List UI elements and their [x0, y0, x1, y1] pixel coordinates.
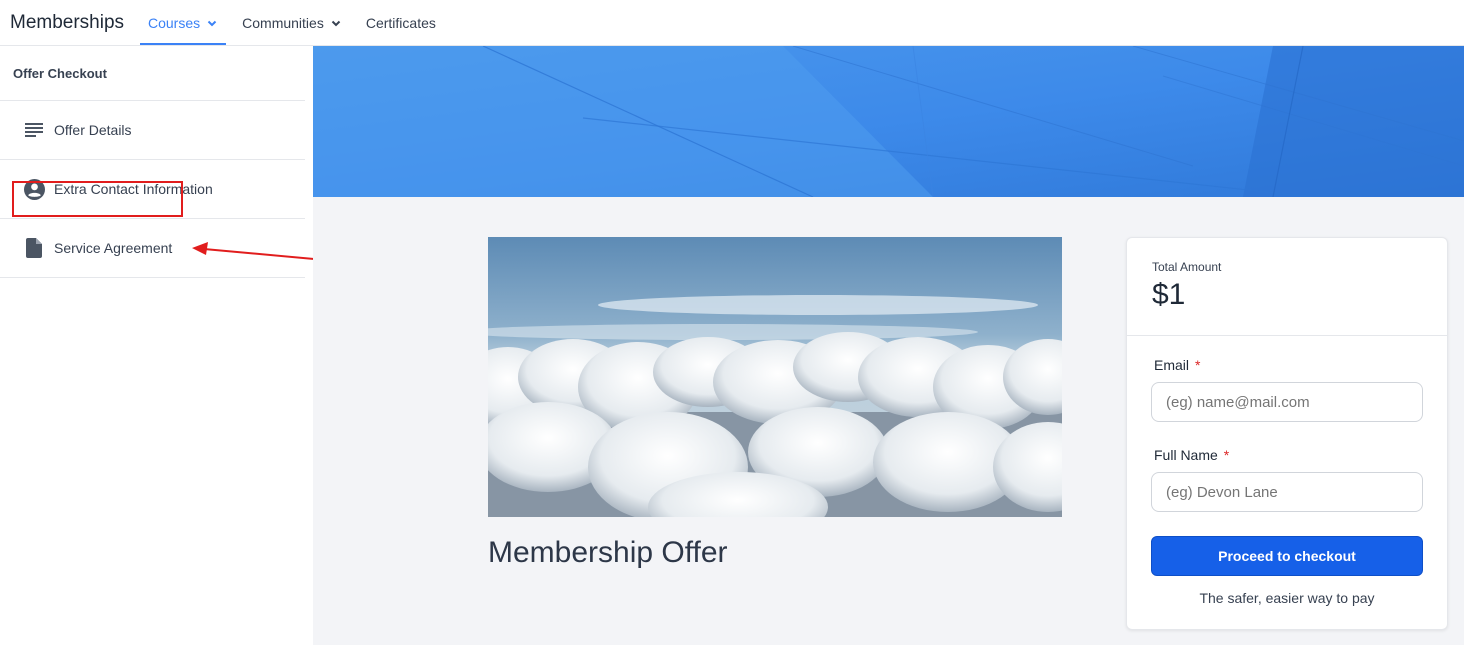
full-name-label-text: Full Name — [1154, 447, 1218, 463]
checkout-footnote: The safer, easier way to pay — [1199, 590, 1375, 606]
sidebar: Offer Checkout Offer Details Extra Conta… — [0, 46, 313, 645]
checkout-card: Total Amount $1 Email * Full Name * Procee… — [1126, 237, 1448, 630]
offer-hero-image — [488, 237, 1062, 517]
top-nav: Memberships Courses Communities Certific… — [0, 0, 1464, 46]
required-mark: * — [1195, 357, 1201, 373]
chevron-down-icon — [207, 20, 217, 26]
sidebar-item-offer-details[interactable]: Offer Details — [0, 101, 305, 160]
total-amount-label: Total Amount — [1152, 260, 1222, 274]
nav-courses-label: Courses — [148, 14, 201, 31]
total-amount-value: $1 — [1152, 278, 1186, 311]
lines-icon — [23, 119, 45, 141]
required-mark: * — [1223, 447, 1230, 463]
sidebar-title: Offer Checkout — [0, 46, 305, 101]
sidebar-item-label: Offer Details — [54, 122, 132, 138]
full-name-field[interactable] — [1151, 472, 1423, 512]
nav-courses[interactable]: Courses — [140, 0, 227, 45]
full-name-label: Full Name * — [1154, 447, 1229, 463]
sidebar-item-label: Service Agreement — [54, 240, 173, 256]
offer-title: Membership Offer — [488, 536, 728, 569]
nav-communities-label: Communities — [242, 14, 324, 31]
email-label-text: Email — [1154, 357, 1190, 373]
chevron-down-icon — [331, 20, 341, 26]
main-content: Membership Offer Total Amount $1 Email * … — [313, 46, 1464, 645]
email-label: Email * — [1154, 357, 1200, 373]
nav-communities[interactable]: Communities — [234, 0, 350, 45]
nav-certificates-label: Certificates — [365, 14, 436, 31]
banner-image — [313, 46, 1464, 197]
total-section: Total Amount $1 — [1127, 238, 1447, 336]
brand-title[interactable]: Memberships — [0, 0, 140, 45]
nav-certificates[interactable]: Certificates — [358, 0, 444, 45]
annotation-highlight-box — [12, 181, 183, 217]
email-field[interactable] — [1151, 382, 1423, 422]
annotation-arrow-icon — [192, 242, 326, 261]
document-icon — [23, 237, 45, 259]
proceed-to-checkout-button[interactable]: Proceed to checkout — [1151, 536, 1423, 576]
